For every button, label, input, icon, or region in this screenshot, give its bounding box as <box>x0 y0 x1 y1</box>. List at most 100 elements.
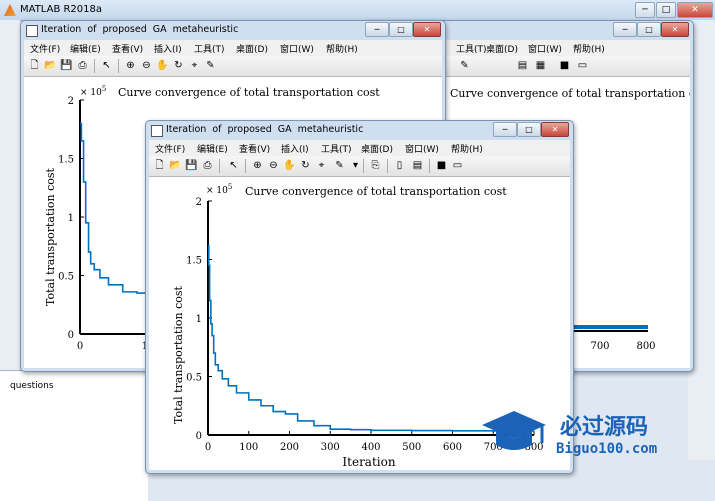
watermark-cn: 必过源码 <box>560 409 648 441</box>
maximize-button[interactable]: □ <box>389 22 413 37</box>
open-file-icon[interactable]: 📂 <box>169 159 182 172</box>
close-button[interactable]: ✕ <box>677 2 713 18</box>
brush-icon[interactable]: ✎ <box>204 59 217 72</box>
x-tick-label: 400 <box>361 442 380 453</box>
minimize-button[interactable]: ─ <box>493 122 517 137</box>
x-tick-label: 200 <box>280 442 299 453</box>
show-tools-icon[interactable]: ▭ <box>451 159 464 172</box>
title-bar: Iteration of proposed GA metaheuristic ─… <box>146 121 573 139</box>
close-button[interactable]: ✕ <box>541 122 569 137</box>
menu-tools[interactable]: 工具(T) <box>194 42 225 55</box>
maximize-button[interactable]: □ <box>637 22 661 37</box>
matlab-logo-icon <box>4 4 16 16</box>
print-icon[interactable]: ⎙ <box>76 59 89 72</box>
menu-help[interactable]: 帮助(H) <box>326 42 358 55</box>
menu-file[interactable]: 文件(F) <box>30 42 60 55</box>
pan-icon[interactable]: ✋ <box>283 159 296 172</box>
questions-text: questions <box>10 381 54 391</box>
figure-icon <box>151 125 163 137</box>
separator <box>387 159 388 173</box>
menu-view[interactable]: 查看(V) <box>239 142 270 155</box>
pointer-icon[interactable]: ↖ <box>227 159 240 172</box>
maximize-button[interactable]: □ <box>517 122 541 137</box>
chart-title: Curve convergence of total transportatio… <box>245 185 507 198</box>
menu-desktop[interactable]: 桌面(D) <box>361 142 393 155</box>
figure-toolbar: 🗋 📂 💾 ⎙ ↖ ⊕ ⊖ ✋ ↻ ⌖ ✎ <box>24 56 442 77</box>
menu-file[interactable]: 文件(F) <box>155 142 185 155</box>
separator <box>94 59 95 73</box>
zoom-out-icon[interactable]: ⊖ <box>267 159 280 172</box>
y-tick-label: 1 <box>196 314 202 325</box>
y-tick-label: 0 <box>196 431 202 442</box>
x-tick-label: 700 <box>590 341 609 352</box>
y-tick-label: 2 <box>196 197 202 208</box>
menu-insert[interactable]: 插入(I) <box>154 42 182 55</box>
rotate-icon[interactable]: ↻ <box>299 159 312 172</box>
menu-edit[interactable]: 编辑(E) <box>70 42 101 55</box>
y-tick-label: 2 <box>68 96 74 107</box>
maximize-button[interactable]: □ <box>656 2 676 18</box>
figure-title: Iteration of proposed GA metaheuristic <box>166 124 363 135</box>
zoom-out-icon[interactable]: ⊖ <box>140 59 153 72</box>
x-axis-label: Iteration <box>342 455 395 469</box>
figure-icon <box>26 25 38 37</box>
matlab-title-bar: MATLAB R2018a ─ □ ✕ <box>0 0 715 21</box>
link-plot-icon[interactable]: ⎘ <box>369 159 382 172</box>
menu-edit[interactable]: 编辑(E) <box>197 142 228 155</box>
menu-window[interactable]: 窗口(W) <box>405 142 439 155</box>
rotate-icon[interactable]: ↻ <box>172 59 185 72</box>
menu-insert[interactable]: 插入(I) <box>281 142 309 155</box>
brush-icon[interactable]: ✎ <box>333 159 346 172</box>
close-button[interactable]: ✕ <box>661 22 689 37</box>
x-tick-label: 0 <box>77 341 83 352</box>
data-cursor-icon[interactable]: ⌖ <box>188 59 201 72</box>
menu-desktop[interactable]: 桌面(D) <box>236 42 268 55</box>
pointer-icon[interactable]: ↖ <box>100 59 113 72</box>
save-icon[interactable]: 💾 <box>60 59 73 72</box>
open-file-icon[interactable]: 📂 <box>44 59 57 72</box>
new-figure-icon[interactable]: 🗋 <box>153 159 166 172</box>
watermark-logo: 必过源码 Biguo100.com <box>478 405 688 465</box>
minimize-button[interactable]: ─ <box>613 22 637 37</box>
menu-desktop[interactable]: 桌面(D) <box>486 42 518 55</box>
x-tick-label: 600 <box>443 442 462 453</box>
brush-icon[interactable]: ✎ <box>458 59 471 72</box>
menu-tools[interactable]: 工具(T) <box>321 142 352 155</box>
separator <box>245 159 246 173</box>
data-cursor-icon[interactable]: ⌖ <box>315 159 328 172</box>
menu-help[interactable]: 帮助(H) <box>451 142 483 155</box>
menu-window[interactable]: 窗口(W) <box>528 42 562 55</box>
x-tick-label: 300 <box>321 442 340 453</box>
show-tools-icon[interactable]: ▭ <box>576 59 589 72</box>
series-line-tail <box>571 325 648 329</box>
y-tick-label: 1 <box>68 213 74 224</box>
colorbar-icon[interactable]: ▯ <box>393 159 406 172</box>
menu-view[interactable]: 查看(V) <box>112 42 143 55</box>
close-button[interactable]: ✕ <box>413 22 441 37</box>
menu-help[interactable]: 帮助(H) <box>573 42 605 55</box>
save-icon[interactable]: 💾 <box>185 159 198 172</box>
separator <box>118 59 119 73</box>
hide-tools-icon[interactable]: ■ <box>435 159 448 172</box>
zoom-in-icon[interactable]: ⊕ <box>251 159 264 172</box>
minimize-button[interactable]: ─ <box>635 2 655 18</box>
minimize-button[interactable]: ─ <box>365 22 389 37</box>
dropdown-arrow-icon[interactable]: ▾ <box>349 159 362 172</box>
series-line <box>208 245 534 430</box>
new-figure-icon[interactable]: 🗋 <box>28 59 41 72</box>
menu-tools[interactable]: 工具(T) <box>456 42 487 55</box>
zoom-in-icon[interactable]: ⊕ <box>124 59 137 72</box>
y-axis-label: Total transportation cost <box>44 167 57 306</box>
colorbar-icon[interactable]: ▦ <box>534 59 547 72</box>
chart-title: Curve convergence of total transportatio… <box>450 87 690 100</box>
pan-icon[interactable]: ✋ <box>156 59 169 72</box>
legend-icon[interactable]: ▤ <box>516 59 529 72</box>
menu-bar: 文件(F) 编辑(E) 查看(V) 插入(I) 工具(T) 桌面(D) 窗口(W… <box>149 140 570 156</box>
separator <box>219 159 220 173</box>
x-tick-label: 800 <box>636 341 655 352</box>
command-window[interactable]: questions <box>0 370 148 501</box>
legend-icon[interactable]: ▤ <box>411 159 424 172</box>
print-icon[interactable]: ⎙ <box>201 159 214 172</box>
menu-window[interactable]: 窗口(W) <box>280 42 314 55</box>
hide-tools-icon[interactable]: ■ <box>558 59 571 72</box>
